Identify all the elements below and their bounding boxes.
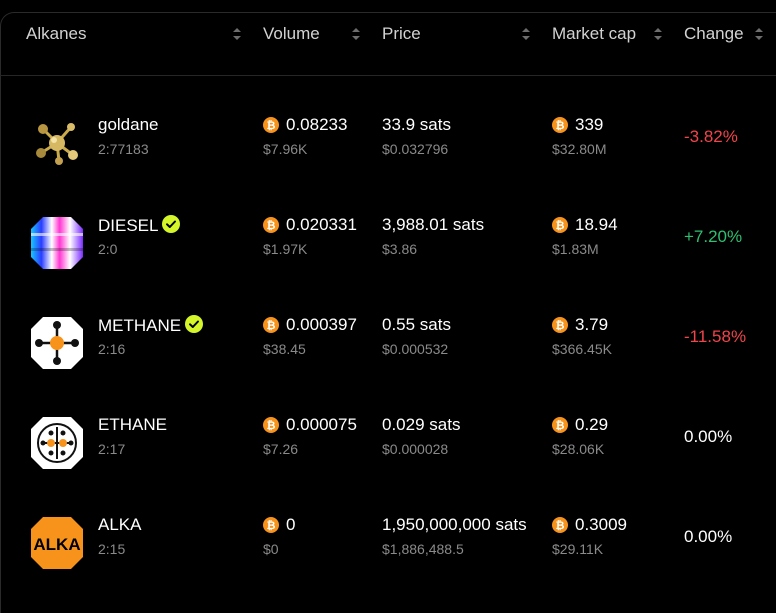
market-cap-usd: $32.80M xyxy=(552,141,607,157)
table-row[interactable]: DIESEL 2:0 ₿ 0.020331 $1.97K 3,988.01 sa… xyxy=(0,192,776,292)
token-name[interactable]: ALKA xyxy=(98,515,141,535)
market-cap-btc: 3.79 xyxy=(575,315,609,334)
token-name[interactable]: goldane xyxy=(98,115,159,135)
svg-text:₿: ₿ xyxy=(556,420,565,432)
bitcoin-icon: ₿ xyxy=(552,117,568,133)
svg-text:₿: ₿ xyxy=(556,120,565,132)
svg-text:₿: ₿ xyxy=(267,220,276,232)
market-cap-usd: $28.06K xyxy=(552,441,605,457)
svg-text:₿: ₿ xyxy=(267,120,276,132)
sort-icon[interactable] xyxy=(653,26,663,42)
market-cap-btc: 0.29 xyxy=(575,415,609,434)
svg-text:₿: ₿ xyxy=(556,320,565,332)
price-sats: 3,988.01 sats xyxy=(382,215,485,234)
svg-text:₿: ₿ xyxy=(556,220,565,232)
volume-usd: $7.26 xyxy=(263,441,299,457)
column-header-volume[interactable]: Volume xyxy=(263,24,320,44)
price-usd: $1,886,488.5 xyxy=(382,541,464,557)
token-name[interactable]: DIESEL xyxy=(98,215,181,236)
price-usd: $0.032796 xyxy=(382,141,449,157)
market-cap-usd: $29.11K xyxy=(552,541,604,557)
volume-btc: 0 xyxy=(286,515,296,534)
bitcoin-icon: ₿ xyxy=(552,417,568,433)
sort-icon[interactable] xyxy=(232,26,242,42)
price-change: 0.00% xyxy=(684,427,733,446)
price-change: +7.20% xyxy=(684,227,743,246)
svg-text:₿: ₿ xyxy=(267,420,276,432)
bitcoin-icon: ₿ xyxy=(263,217,279,233)
sort-icon[interactable] xyxy=(351,26,361,42)
methane-molecule-hexagon-icon xyxy=(31,317,83,369)
price-sats: 1,950,000,000 sats xyxy=(382,515,527,534)
volume-usd: $0 xyxy=(263,541,279,557)
volume-usd: $1.97K xyxy=(263,241,308,257)
volume-btc: 0.000075 xyxy=(286,415,357,434)
volume-btc: 0.08233 xyxy=(286,115,348,134)
price-usd: $3.86 xyxy=(382,241,418,257)
volume-usd: $38.45 xyxy=(263,341,306,357)
bitcoin-icon: ₿ xyxy=(552,217,568,233)
token-id: 2:17 xyxy=(98,441,126,457)
diesel-gradient-hexagon-icon xyxy=(31,217,83,269)
market-cap-btc: 18.94 xyxy=(575,215,618,234)
svg-text:₿: ₿ xyxy=(267,320,276,332)
price-sats: 0.55 sats xyxy=(382,315,451,334)
ethane-molecule-hexagon-icon xyxy=(31,417,83,469)
bitcoin-icon: ₿ xyxy=(263,317,279,333)
table-row[interactable]: ALKA ALKA 2:15 ₿ 0 $0 1,950,000,000 sats… xyxy=(0,492,776,592)
bitcoin-icon: ₿ xyxy=(263,117,279,133)
sort-icon[interactable] xyxy=(521,26,531,42)
price-change: -3.82% xyxy=(684,127,738,146)
price-change: -11.58% xyxy=(684,327,747,346)
token-id: 2:16 xyxy=(98,341,126,357)
volume-btc: 0.000397 xyxy=(286,315,357,334)
price-usd: $0.000028 xyxy=(382,441,449,457)
volume-usd: $7.96K xyxy=(263,141,308,157)
svg-text:₿: ₿ xyxy=(556,520,565,532)
column-header-alkanes[interactable]: Alkanes xyxy=(26,24,86,44)
market-cap-btc: 339 xyxy=(575,115,604,134)
verified-badge-icon xyxy=(162,215,181,233)
column-header-market-cap[interactable]: Market cap xyxy=(552,24,636,44)
column-header-price[interactable]: Price xyxy=(382,24,421,44)
bitcoin-icon: ₿ xyxy=(552,517,568,533)
bitcoin-icon: ₿ xyxy=(552,317,568,333)
price-change: 0.00% xyxy=(684,527,733,546)
svg-text:₿: ₿ xyxy=(267,520,276,532)
price-sats: 33.9 sats xyxy=(382,115,451,134)
token-name[interactable]: METHANE xyxy=(98,315,204,336)
token-id: 2:15 xyxy=(98,541,126,557)
bitcoin-icon: ₿ xyxy=(263,417,279,433)
table-row[interactable]: goldane 2:77183 ₿ 0.08233 $7.96K 33.9 sa… xyxy=(0,92,776,192)
table-row[interactable]: METHANE 2:16 ₿ 0.000397 $38.45 0.55 sats… xyxy=(0,292,776,392)
svg-text:ALKA: ALKA xyxy=(33,535,80,554)
volume-btc: 0.020331 xyxy=(286,215,357,234)
token-name[interactable]: ETHANE xyxy=(98,415,167,435)
market-cap-usd: $1.83M xyxy=(552,241,599,257)
verified-badge-icon xyxy=(185,315,204,333)
market-cap-usd: $366.45K xyxy=(552,341,612,357)
goldane-molecule-icon xyxy=(36,123,78,165)
column-header-change[interactable]: Change xyxy=(684,24,744,44)
price-usd: $0.000532 xyxy=(382,341,449,357)
market-cap-btc: 0.3009 xyxy=(575,515,627,534)
bitcoin-icon: ₿ xyxy=(263,517,279,533)
price-sats: 0.029 sats xyxy=(382,415,461,434)
table-row[interactable]: ETHANE 2:17 ₿ 0.000075 $7.26 0.029 sats … xyxy=(0,392,776,492)
token-id: 2:77183 xyxy=(98,141,149,157)
table-header xyxy=(0,12,776,76)
alka-orange-hexagon-icon: ALKA xyxy=(31,517,83,569)
sort-icon[interactable] xyxy=(754,26,764,42)
token-id: 2:0 xyxy=(98,241,118,257)
